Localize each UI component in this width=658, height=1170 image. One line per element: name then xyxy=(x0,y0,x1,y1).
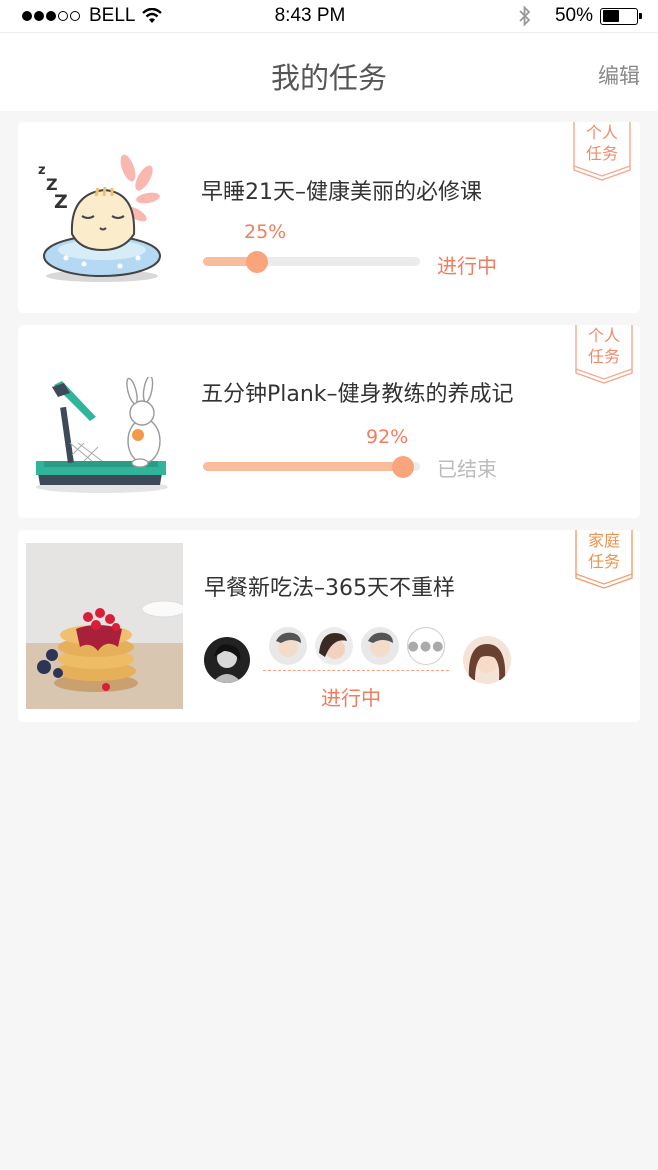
task-card[interactable]: 早餐新吃法–365天不重样 ●●● 进行中 家庭任务 xyxy=(18,530,640,722)
ribbon-line: 任务 xyxy=(585,144,618,163)
task-status: 进行中 xyxy=(437,254,497,278)
ribbon-line: 任务 xyxy=(587,347,620,366)
battery-icon xyxy=(600,7,642,25)
edit-button[interactable]: 编辑 xyxy=(598,60,640,90)
member-avatar[interactable] xyxy=(361,627,399,665)
status-bar: BELL 8:43 PM 50% xyxy=(0,0,658,32)
treadmill-rabbit-illustration xyxy=(36,377,168,493)
progress-percent: 92% xyxy=(366,426,409,448)
progress-bar xyxy=(203,455,420,478)
battery-percent: 50% xyxy=(554,5,593,26)
task-status: 进行中 xyxy=(321,686,381,710)
progress-knob xyxy=(391,455,414,478)
more-members-button[interactable]: ●●● xyxy=(407,627,445,665)
members-divider xyxy=(263,670,449,671)
ribbon-line: 个人 xyxy=(585,123,618,142)
task-type-ribbon: 个人 任务 xyxy=(573,122,631,182)
nav-bar: 我的任务 编辑 xyxy=(0,32,658,111)
owner-avatar[interactable] xyxy=(204,637,250,683)
more-icon: ●●● xyxy=(407,638,445,654)
ribbon-line: 任务 xyxy=(587,552,620,571)
member-avatar[interactable] xyxy=(315,627,353,665)
task-card[interactable]: z Z Z 早睡21天–健康美丽的必修课 25% 进行中 个人任务 xyxy=(18,122,640,313)
task-title: 五分钟Plank–健身教练的养成记 xyxy=(201,382,514,407)
task-title: 早睡21天–健康美丽的必修课 xyxy=(201,180,482,205)
task-status: 已结束 xyxy=(437,457,497,481)
sleeping-cat-illustration: z Z Z xyxy=(38,154,161,282)
svg-text:Z: Z xyxy=(54,191,68,213)
pancakes-photo xyxy=(26,543,183,709)
page-title: 我的任务 xyxy=(270,61,387,95)
task-type-ribbon: 个人 任务 xyxy=(575,325,633,385)
task-title: 早餐新吃法–365天不重样 xyxy=(204,576,455,601)
task-type-ribbon: 家庭 任务 xyxy=(575,530,633,590)
member-avatar[interactable] xyxy=(269,627,307,665)
progress-fill xyxy=(203,462,403,471)
ribbon-line: 家庭 xyxy=(587,531,620,550)
bluetooth-icon xyxy=(519,5,531,27)
task-card[interactable]: 五分钟Plank–健身教练的养成记 92% 已结束 个人任务 xyxy=(18,325,640,518)
svg-text:z: z xyxy=(38,163,46,178)
ribbon-line: 个人 xyxy=(587,326,620,345)
progress-knob xyxy=(246,250,269,273)
progress-percent: 25% xyxy=(244,221,287,243)
progress-bar xyxy=(203,250,420,273)
assignee-avatar[interactable] xyxy=(463,636,511,684)
